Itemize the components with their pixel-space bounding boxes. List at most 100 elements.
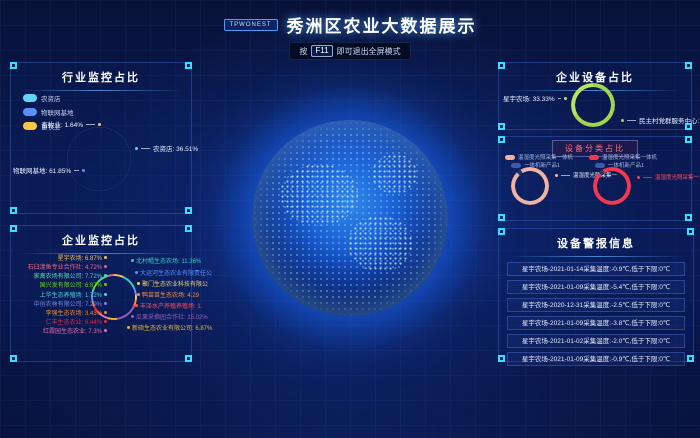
corner-decoration bbox=[498, 62, 505, 69]
globe-continent-patch bbox=[372, 154, 418, 194]
hint-prefix: 按 bbox=[299, 46, 307, 57]
legend-swatch bbox=[505, 155, 515, 160]
panel-enterprise-monitor: 企业监控占比 星宇农场: 6.87% 石臼漾鱼专业合作社: 4.72% 家禽农场… bbox=[10, 225, 192, 362]
leader-line bbox=[141, 148, 150, 149]
corner-decoration bbox=[498, 136, 505, 143]
enterprise-label: 石臼漾鱼专业合作社: 4.72% bbox=[13, 262, 107, 271]
enterprise-label: 李强生态农场: 3.43% bbox=[13, 308, 107, 317]
panel-title: 设备警报信息 bbox=[499, 229, 693, 251]
panel-device-alarms: 设备警报信息 星宇农场-2021-01-14采集温度:-0.9℃,低于下限:0℃… bbox=[498, 228, 694, 362]
enterprise-label: 大运河生态农业有限责任公 bbox=[135, 268, 212, 277]
callout-nongzidian: 农资店: 36.51% bbox=[135, 143, 198, 153]
leader-dot bbox=[137, 293, 140, 296]
divider bbox=[507, 256, 685, 257]
leader-dot bbox=[621, 119, 624, 122]
leader-dot bbox=[98, 123, 101, 126]
corner-decoration bbox=[10, 207, 17, 214]
enterprise-label: 中创农林有限公司: 7.29% bbox=[13, 299, 107, 308]
leader-line bbox=[643, 177, 652, 178]
corner-decoration bbox=[685, 214, 692, 221]
enterprise-label: 家禽农场有限公司: 7.72% bbox=[13, 271, 107, 280]
corner-decoration bbox=[498, 355, 505, 362]
panel-enterprise-devices: 企业设备占比 星宇农场: 33.33% 民主村党群服务中心: bbox=[498, 62, 692, 130]
leader-dot bbox=[135, 147, 138, 150]
corner-decoration bbox=[10, 355, 17, 362]
leader-dot bbox=[104, 265, 107, 268]
divider bbox=[19, 90, 183, 91]
dashboard-root: TPWONEST 秀洲区农业大数据展示 按 F11 即可退出全屏模式 行业监控占… bbox=[0, 0, 700, 438]
leader-line bbox=[561, 175, 570, 176]
leader-dot bbox=[104, 293, 107, 296]
corner-decoration bbox=[687, 228, 694, 235]
leader-dot bbox=[135, 271, 138, 274]
leader-dot bbox=[564, 97, 567, 100]
category-legend-item[interactable]: 温湿度光照采集一体机 bbox=[505, 153, 573, 161]
leader-dot bbox=[104, 256, 107, 259]
callout-minzhu-center: 民主村党群服务中心: bbox=[621, 115, 699, 125]
alarm-list-item: 星宇农场-2021-01-09采集温度:-5.4℃,低于下限:0℃ bbox=[507, 280, 685, 294]
enterprise-label: 聚门生态农业科技有限公 bbox=[137, 279, 208, 288]
page-title: 秀洲区农业大数据展示 bbox=[287, 12, 477, 37]
leader-dot bbox=[135, 304, 138, 307]
enterprise-label: 北村鳕生态农场: 11.36% bbox=[131, 256, 201, 265]
leader-line bbox=[86, 124, 95, 125]
leader-line bbox=[558, 98, 561, 99]
leader-dot bbox=[104, 320, 107, 323]
globe-visualization bbox=[252, 120, 448, 316]
corner-decoration bbox=[185, 207, 192, 214]
legend-label: 物联网基地 bbox=[41, 107, 74, 117]
alarm-list-item: 星宇农场-2020-12-31采集温度:-2.5℃,低于下限:0℃ bbox=[507, 298, 685, 312]
industry-donut-chart[interactable] bbox=[67, 127, 131, 191]
leader-dot bbox=[104, 311, 107, 314]
leader-dot bbox=[137, 282, 140, 285]
corner-decoration bbox=[498, 214, 505, 221]
corner-decoration bbox=[498, 123, 505, 130]
legend-swatch bbox=[511, 163, 521, 168]
panel-industry-monitor: 行业监控占比 农资店 物联网基地 畜牧业 畜牧业: 1.64% 农资店: 36.… bbox=[10, 62, 192, 214]
globe-continent-patch bbox=[348, 216, 412, 272]
corner-decoration bbox=[185, 225, 192, 232]
device-donut-chart[interactable] bbox=[571, 83, 615, 127]
leader-dot bbox=[82, 169, 85, 172]
leader-dot bbox=[104, 274, 107, 277]
panel-title: 行业监控占比 bbox=[11, 63, 191, 85]
legend-label: 农资店 bbox=[41, 93, 61, 103]
header: TPWONEST 秀洲区农业大数据展示 按 F11 即可退出全屏模式 bbox=[0, 12, 700, 60]
panel-title: 企业监控占比 bbox=[11, 226, 191, 248]
enterprise-label: 瓜果采摘园合作社: 15.02% bbox=[131, 312, 208, 321]
enterprise-label: 上华生态养殖场: 1.72% bbox=[13, 290, 107, 299]
leader-dot bbox=[104, 329, 107, 332]
panel-device-categories: 设备分类占比 温湿度光照采集一体机 一体机新产品1 温湿度光照采集一 温湿度光照… bbox=[498, 136, 692, 221]
alarm-list-item: 星宇农场-2021-01-02采集温度:-2.0℃,低于下限:0℃ bbox=[507, 334, 685, 348]
globe-dot-grid bbox=[252, 120, 448, 316]
logo-badge: TPWONEST bbox=[224, 19, 278, 31]
enterprise-label: 红霞园生态农业: 7.3% bbox=[13, 326, 107, 335]
legend-swatch bbox=[23, 94, 37, 102]
title-row: TPWONEST 秀洲区农业大数据展示 bbox=[0, 12, 700, 37]
legend-swatch bbox=[595, 163, 605, 168]
panel-title: 企业设备占比 bbox=[499, 63, 691, 85]
leader-dot bbox=[131, 315, 134, 318]
globe-continent-patch bbox=[280, 164, 358, 226]
f11-key-badge: F11 bbox=[311, 45, 332, 57]
leader-line bbox=[627, 120, 636, 121]
category-legend-item[interactable]: 温湿度光照采集一体机 bbox=[589, 153, 657, 161]
category-donut-left[interactable] bbox=[511, 167, 549, 205]
corner-decoration bbox=[687, 355, 694, 362]
corner-decoration bbox=[185, 62, 192, 69]
callout-xingyu-farm: 星宇农场: 33.33% bbox=[503, 93, 567, 103]
leader-line bbox=[74, 170, 79, 171]
corner-decoration bbox=[685, 136, 692, 143]
legend-item-nongzidian[interactable]: 农资店 bbox=[23, 93, 74, 103]
corner-decoration bbox=[10, 225, 17, 232]
corner-decoration bbox=[498, 228, 505, 235]
corner-decoration bbox=[10, 62, 17, 69]
callout-wulianwang: 物联网基地: 61.85% bbox=[13, 165, 85, 175]
corner-decoration bbox=[185, 355, 192, 362]
leader-dot bbox=[104, 283, 107, 286]
category-donut-right[interactable] bbox=[593, 167, 631, 205]
leader-dot bbox=[637, 176, 640, 179]
legend-item-wulianwang[interactable]: 物联网基地 bbox=[23, 107, 74, 117]
legend-swatch bbox=[23, 108, 37, 116]
category-callout-right: 温湿度光照采集一 bbox=[637, 173, 699, 181]
